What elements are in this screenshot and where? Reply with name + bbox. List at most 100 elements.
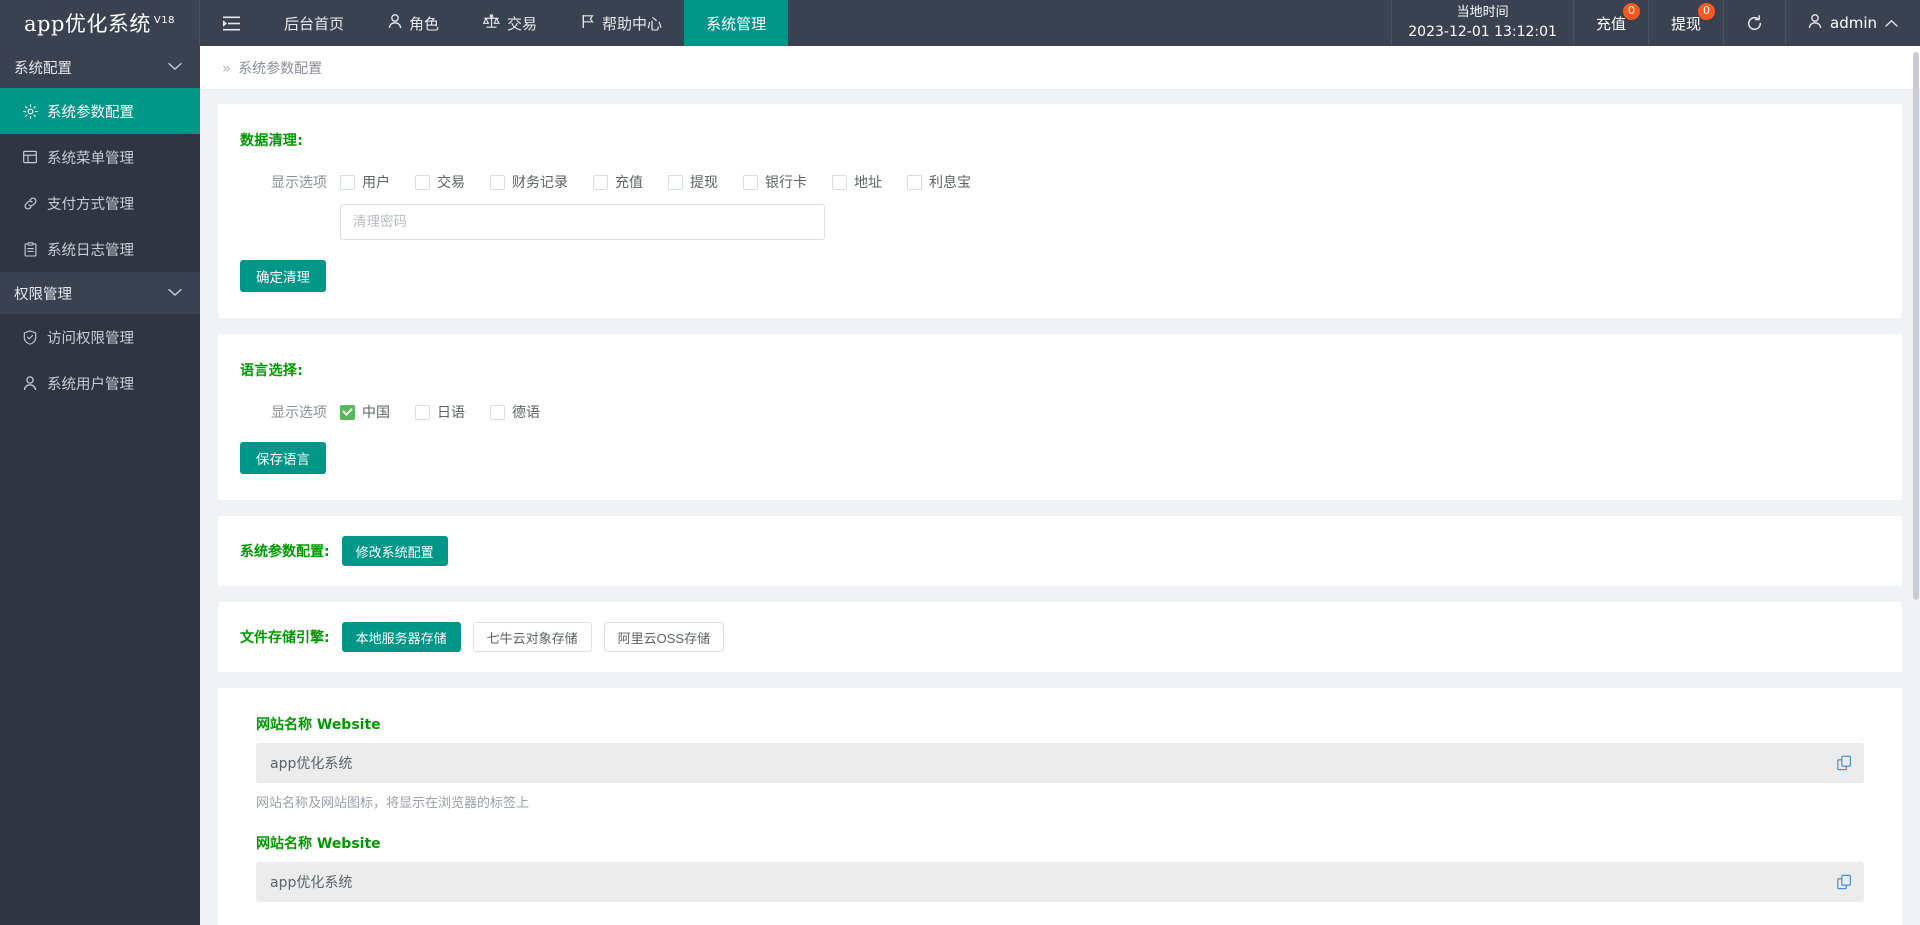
checkbox-finance-record-box[interactable] [490,175,505,190]
nav-item-role[interactable]: 角色 [366,0,461,46]
checkbox-chinese[interactable]: 中国 [340,402,390,422]
language-actions: 保存语言 [240,442,1880,474]
brand-label: app优化系统 [24,12,151,36]
language-title: 语言选择: [240,360,1880,380]
local-time-box: 当地时间 2023-12-01 13:12:01 [1391,0,1574,46]
flag-icon [581,14,595,33]
storage-engine-label: 文件存储引擎: [240,627,330,647]
nav-item-help-center[interactable]: 帮助中心 [559,0,684,46]
page-scrollbar-thumb[interactable] [1913,52,1919,600]
checkbox-transaction[interactable]: 交易 [415,172,465,192]
user-menu-button[interactable]: admin [1786,0,1920,46]
copy-icon[interactable] [1837,875,1852,890]
checkbox-withdraw-label: 提现 [690,172,718,192]
checkbox-japanese-label: 日语 [437,402,465,422]
storage-engine-card: 文件存储引擎: 本地服务器存储 七牛云对象存储 阿里云OSS存储 [218,602,1902,672]
nav-item-dashboard[interactable]: 后台首页 [262,0,366,46]
shield-check-icon [22,329,38,345]
checkbox-user[interactable]: 用户 [340,172,390,192]
checkbox-recharge[interactable]: 充值 [593,172,643,192]
chevron-down-icon [168,285,182,301]
local-time-label: 当地时间 [1457,3,1509,23]
sidebar-item-access-permission[interactable]: 访问权限管理 [0,314,200,360]
system-params-card: 系统参数配置: 修改系统配置 [218,516,1902,586]
data-clean-actions: 确定清理 [240,260,1880,292]
sidebar-group-system-config[interactable]: 系统配置 [0,46,200,88]
data-clean-password-row [240,204,1880,240]
user-name-label: admin [1830,14,1877,32]
checkbox-bank-card-label: 银行卡 [765,172,807,192]
storage-option-qiniu[interactable]: 七牛云对象存储 [473,622,592,652]
top-nav-items: 后台首页 角色 交易 [262,0,788,46]
checkbox-address[interactable]: 地址 [832,172,882,192]
window-icon [22,149,38,165]
save-language-button[interactable]: 保存语言 [240,442,326,474]
checkbox-bank-card[interactable]: 银行卡 [743,172,807,192]
storage-engine-row: 文件存储引擎: 本地服务器存储 七牛云对象存储 阿里云OSS存储 [240,622,1880,652]
recharge-button[interactable]: 充值 0 [1574,0,1649,46]
checkbox-interest-treasure-box[interactable] [907,175,922,190]
checkbox-transaction-box[interactable] [415,175,430,190]
nav-item-transaction[interactable]: 交易 [461,0,559,46]
checkbox-finance-record[interactable]: 财务记录 [490,172,568,192]
refresh-icon[interactable] [1724,0,1786,46]
main-content: » 系统参数配置 数据清理: 显示选项 用户 交易 [200,46,1920,925]
brand-version-label: V18 [154,15,175,26]
nav-item-help-center-label: 帮助中心 [602,13,662,34]
data-clean-title: 数据清理: [240,130,1880,150]
storage-option-aliyun-oss[interactable]: 阿里云OSS存储 [604,622,724,652]
checkbox-german-box[interactable] [490,405,505,420]
checkbox-interest-treasure[interactable]: 利息宝 [907,172,971,192]
checkbox-japanese[interactable]: 日语 [415,402,465,422]
sidebar-item-payment-method[interactable]: 支付方式管理 [0,180,200,226]
withdraw-label: 提现 [1671,13,1701,34]
checkbox-german[interactable]: 德语 [490,402,540,422]
sidebar-item-payment-method-label: 支付方式管理 [47,193,134,214]
sidebar-item-system-params[interactable]: 系统参数配置 [0,88,200,134]
language-card: 语言选择: 显示选项 中国 日语 德语 [218,334,1902,500]
breadcrumb-separator-icon: » [222,59,231,77]
brand-logo[interactable]: app优化系统V18 [0,0,200,46]
top-right-area: 当地时间 2023-12-01 13:12:01 充值 0 提现 0 [1391,0,1920,46]
copy-icon[interactable] [1837,756,1852,771]
storage-option-local[interactable]: 本地服务器存储 [342,622,461,652]
modify-system-config-button[interactable]: 修改系统配置 [342,536,448,566]
recharge-label: 充值 [1596,13,1626,34]
language-options-label: 显示选项 [240,402,340,422]
checkbox-user-box[interactable] [340,175,355,190]
withdraw-button[interactable]: 提现 0 [1649,0,1724,46]
clipboard-icon [22,241,38,257]
data-clean-card: 数据清理: 显示选项 用户 交易 财务记录 [218,104,1902,318]
recharge-badge: 0 [1623,3,1640,20]
website-name-input-2[interactable] [256,862,1864,902]
sidebar-item-system-menu[interactable]: 系统菜单管理 [0,134,200,180]
checkbox-japanese-box[interactable] [415,405,430,420]
withdraw-badge: 0 [1698,3,1715,20]
checkbox-withdraw[interactable]: 提现 [668,172,718,192]
checkbox-chinese-box[interactable] [340,405,355,420]
confirm-clean-button[interactable]: 确定清理 [240,260,326,292]
checkbox-address-box[interactable] [832,175,847,190]
checkbox-chinese-label: 中国 [362,402,390,422]
checkbox-german-label: 德语 [512,402,540,422]
content-scroll-area[interactable]: 数据清理: 显示选项 用户 交易 财务记录 [200,90,1920,925]
checkbox-address-label: 地址 [854,172,882,192]
checkbox-recharge-box[interactable] [593,175,608,190]
page-scrollbar[interactable] [1912,46,1920,925]
nav-item-system-management[interactable]: 系统管理 [684,0,788,46]
sidebar-group-permission[interactable]: 权限管理 [0,272,200,314]
sidebar-item-system-log[interactable]: 系统日志管理 [0,226,200,272]
checkbox-finance-record-label: 财务记录 [512,172,568,192]
sidebar-item-system-user-label: 系统用户管理 [47,373,134,394]
sidebar-item-system-user[interactable]: 系统用户管理 [0,360,200,406]
checkbox-withdraw-box[interactable] [668,175,683,190]
website-name-input-1[interactable] [256,743,1864,783]
checkbox-user-label: 用户 [362,172,390,192]
language-options-row: 显示选项 中国 日语 德语 [240,402,1880,422]
checkbox-bank-card-box[interactable] [743,175,758,190]
brand-name-text: app优化系统V18 [24,8,175,38]
menu-collapse-icon[interactable] [200,0,262,46]
clean-password-input[interactable] [340,204,825,240]
nav-item-dashboard-label: 后台首页 [284,13,344,34]
checkbox-interest-treasure-label: 利息宝 [929,172,971,192]
